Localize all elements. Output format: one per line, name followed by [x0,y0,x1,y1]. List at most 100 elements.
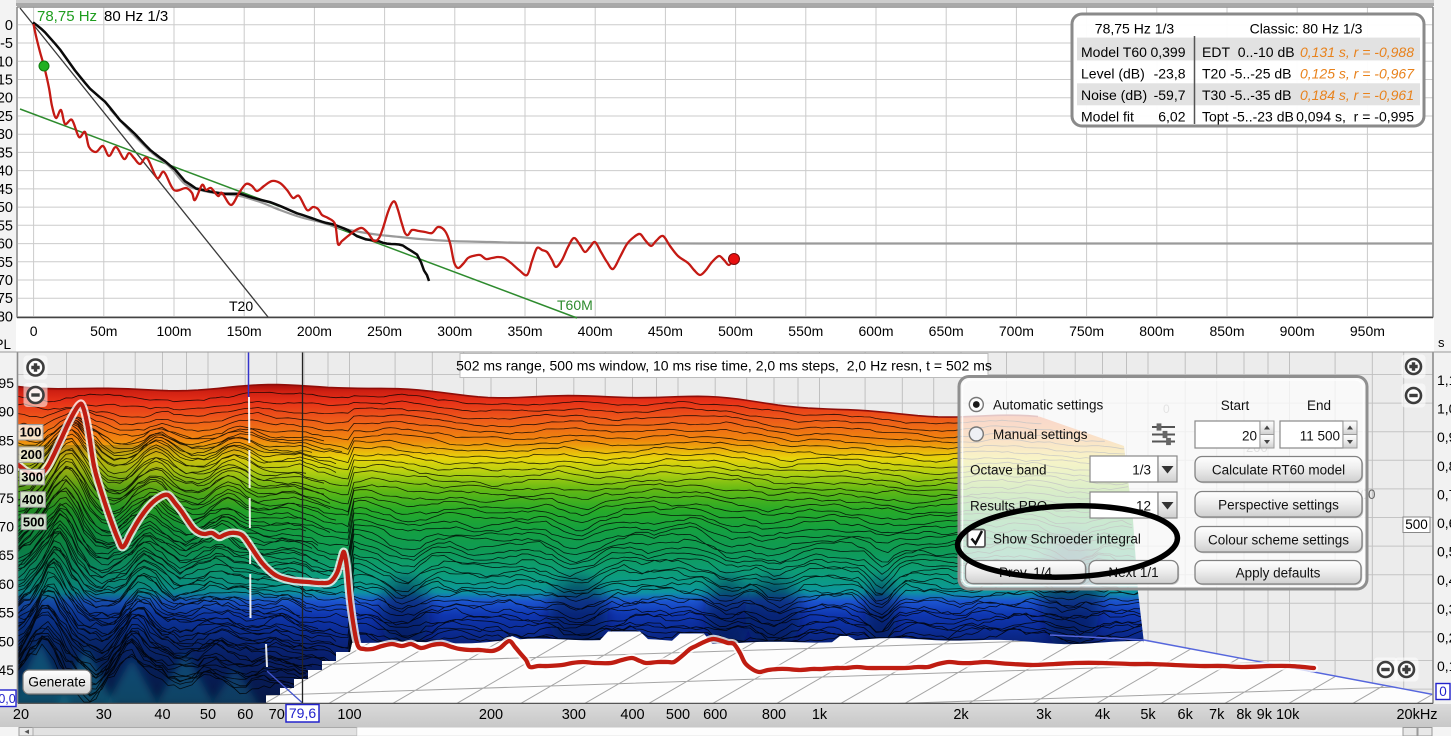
svg-text:0: 0 [1439,684,1447,699]
svg-text:100m: 100m [156,323,191,339]
svg-text:Colour scheme settings: Colour scheme settings [1208,532,1349,547]
svg-text:-23,8: -23,8 [1154,66,1186,82]
svg-text:Classic: 80 Hz 1/3: Classic: 80 Hz 1/3 [1250,21,1363,37]
svg-text:200: 200 [20,447,42,462]
svg-text:1k: 1k [812,707,828,723]
svg-text:70: 70 [269,707,285,723]
svg-text:200m: 200m [297,323,332,339]
svg-text:0,1: 0,1 [1437,658,1451,674]
svg-text:Generate: Generate [28,675,86,690]
svg-text:Noise (dB): Noise (dB) [1081,87,1147,103]
svg-text:700m: 700m [999,323,1034,339]
svg-text:950m: 950m [1350,323,1385,339]
svg-text:T30 -5..-35 dB: T30 -5..-35 dB [1202,87,1292,103]
svg-text:90: 90 [0,404,14,420]
svg-text:7k: 7k [1209,707,1225,723]
svg-text:T20: T20 [229,298,253,314]
svg-text:300: 300 [21,470,43,485]
svg-text:0,4: 0,4 [1437,572,1451,588]
svg-text:-15: -15 [0,73,13,89]
svg-text:-40: -40 [0,164,13,180]
svg-text:20kHz: 20kHz [1396,707,1437,723]
svg-text:-30: -30 [0,127,13,143]
svg-text:0: 0 [30,323,38,339]
svg-text:400m: 400m [578,323,613,339]
svg-text:0,6: 0,6 [1437,515,1451,531]
svg-text:0: 0 [5,18,13,34]
svg-text:95: 95 [0,375,14,391]
svg-text:-59,7: -59,7 [1154,87,1186,103]
svg-text:65: 65 [0,547,14,563]
svg-text:-65: -65 [0,255,13,271]
svg-text:Model T60: Model T60 [1081,44,1147,60]
svg-text:0,9: 0,9 [1437,429,1451,445]
svg-text:800m: 800m [1139,323,1174,339]
svg-text:0,125 s, r = -0,967: 0,125 s, r = -0,967 [1300,66,1415,82]
svg-text:100: 100 [20,425,42,440]
svg-text:60: 60 [237,707,253,723]
svg-text:50m: 50m [90,323,117,339]
svg-text:500: 500 [1405,517,1428,532]
svg-text:-25: -25 [0,109,13,125]
svg-text:600m: 600m [858,323,893,339]
svg-text:250m: 250m [367,323,402,339]
svg-text:0,131 s, r = -0,988: 0,131 s, r = -0,988 [1300,44,1414,60]
svg-text:Level (dB): Level (dB) [1081,66,1145,82]
svg-text:3k: 3k [1036,707,1052,723]
svg-text:200: 200 [479,707,503,723]
svg-text:Start: Start [1221,398,1250,413]
svg-text:s: s [1438,335,1445,350]
svg-text:85: 85 [0,432,14,448]
svg-text:-60: -60 [0,237,13,253]
svg-text:450m: 450m [648,323,683,339]
svg-text:55: 55 [0,605,14,621]
svg-text:60: 60 [0,576,14,592]
svg-text:0,399: 0,399 [1150,44,1185,60]
svg-text:-80: -80 [0,310,13,326]
svg-text:0,8: 0,8 [1437,458,1451,474]
svg-text:78,75 Hz 1/3: 78,75 Hz 1/3 [1095,21,1175,37]
svg-text:Octave band: Octave band [970,463,1047,478]
svg-text:500: 500 [666,707,690,723]
svg-text:0,2: 0,2 [1437,629,1451,645]
svg-text:Calculate RT60 model: Calculate RT60 model [1212,462,1345,477]
svg-text:30: 30 [96,707,112,723]
svg-text:1/3: 1/3 [1132,463,1151,478]
svg-text:1,1: 1,1 [1437,372,1451,388]
svg-text:0,0: 0,0 [0,692,16,706]
svg-text:-20: -20 [0,91,13,107]
svg-text:50: 50 [0,633,14,649]
svg-text:Show Schroeder integral: Show Schroeder integral [993,532,1141,547]
svg-text:70: 70 [0,519,14,535]
svg-text:79,6: 79,6 [289,705,316,721]
svg-text:EDT 0..-10 dB: EDT 0..-10 dB [1202,44,1295,60]
svg-text:Model fit: Model fit [1081,109,1134,125]
svg-text:80 Hz 1/3: 80 Hz 1/3 [104,8,168,25]
svg-text:4k: 4k [1095,707,1111,723]
svg-text:800: 800 [762,707,786,723]
svg-text:2k: 2k [953,707,969,723]
svg-text:0,5: 0,5 [1437,544,1451,560]
svg-text:550m: 550m [788,323,823,339]
svg-text:78,75 Hz: 78,75 Hz [37,8,97,25]
svg-text:650m: 650m [929,323,964,339]
svg-text:850m: 850m [1209,323,1244,339]
svg-text:-45: -45 [0,182,13,198]
svg-text:0,184 s, r = -0,961: 0,184 s, r = -0,961 [1300,87,1414,103]
svg-text:-75: -75 [0,291,13,307]
svg-text:T60M: T60M [557,297,593,313]
svg-text:50: 50 [200,707,216,723]
svg-text:T20 -5..-25 dB: T20 -5..-25 dB [1202,66,1292,82]
svg-text:-50: -50 [0,200,13,216]
svg-text:0,7: 0,7 [1437,486,1451,502]
svg-text:-55: -55 [0,218,13,234]
svg-text:-5: -5 [0,36,13,52]
svg-text:6,02: 6,02 [1158,109,1185,125]
svg-text:5k: 5k [1140,707,1156,723]
svg-text:9k 10k: 9k 10k [1257,707,1300,723]
svg-text:300m: 300m [437,323,472,339]
svg-text:Topt -5..-23 dB: Topt -5..-23 dB [1202,109,1294,125]
svg-text:0,3: 0,3 [1437,601,1451,617]
svg-text:20: 20 [13,707,29,723]
svg-text:500: 500 [23,514,45,529]
